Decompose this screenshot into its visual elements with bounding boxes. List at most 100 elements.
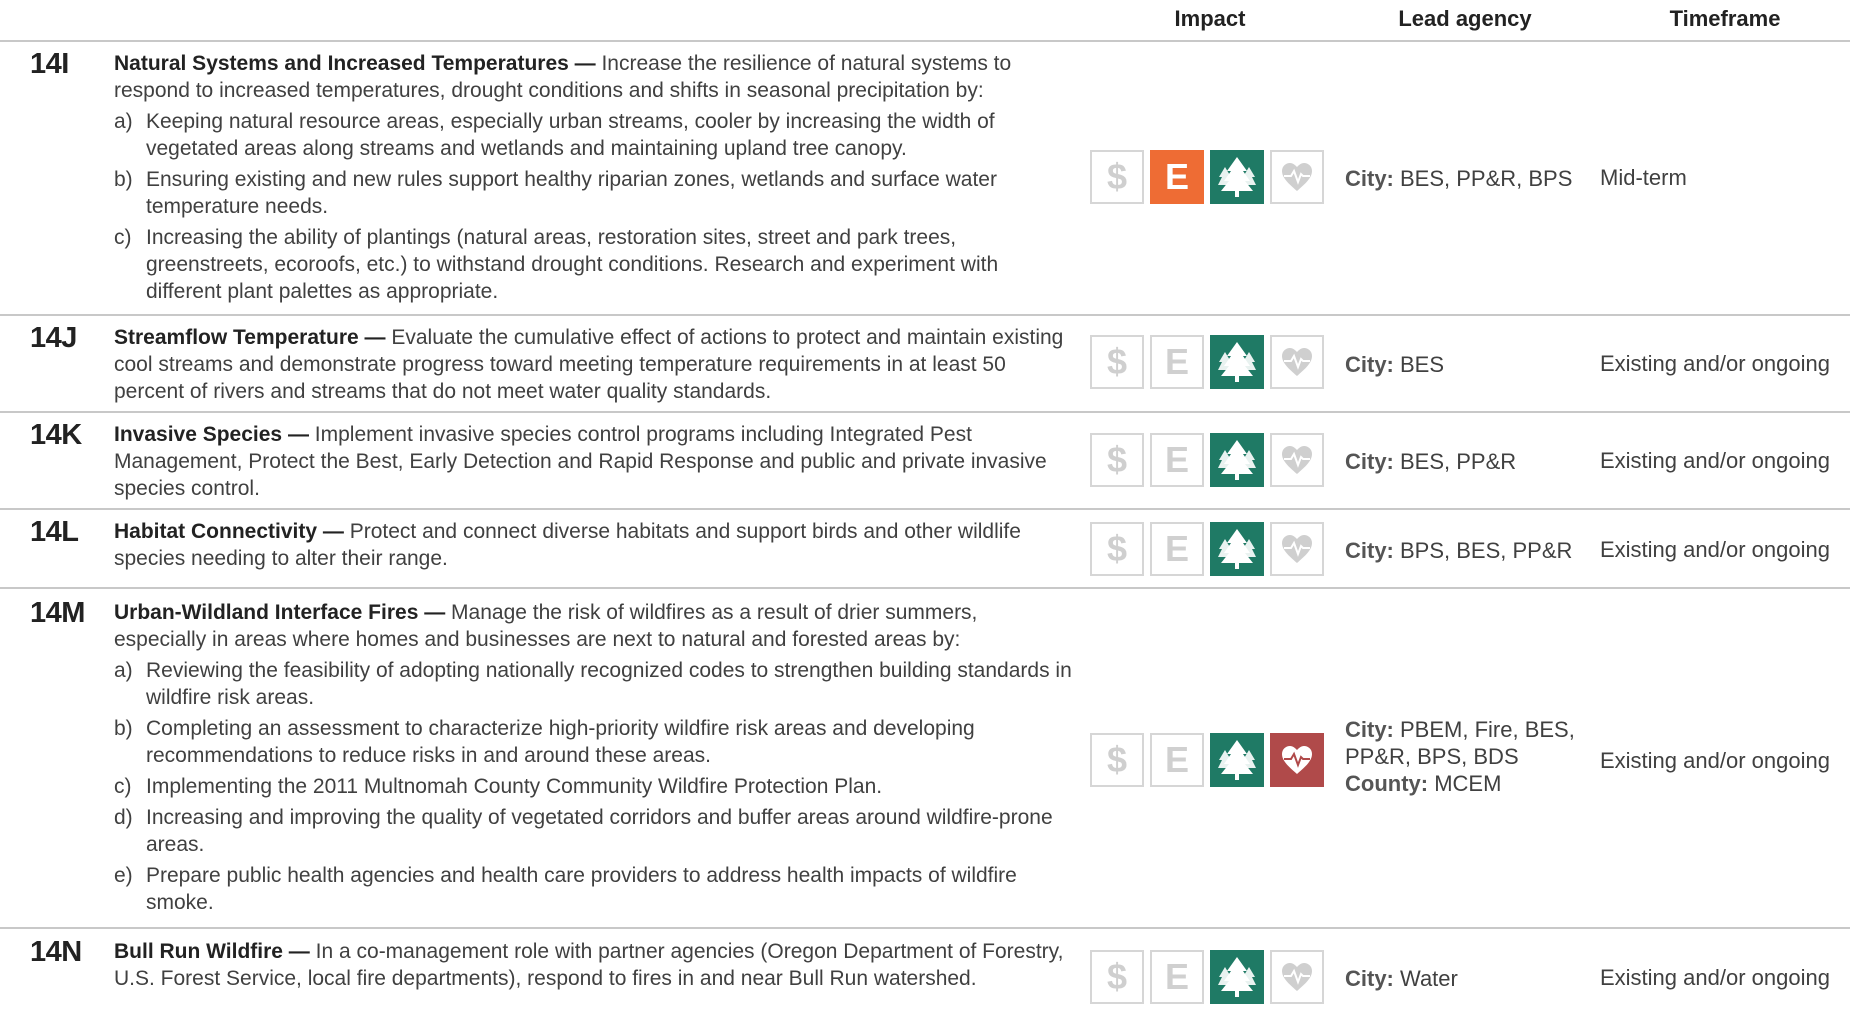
svg-text:$: $ bbox=[1107, 529, 1127, 569]
action-title: Natural Systems and Increased Temperatur… bbox=[114, 52, 596, 75]
dollar-icon: $ bbox=[1090, 950, 1144, 1004]
sub-item-text: Increasing and improving the quality of … bbox=[146, 806, 1053, 856]
agency-value: BES, PP&R bbox=[1393, 449, 1517, 474]
agency-value: BES, PP&R, BPS bbox=[1393, 166, 1573, 191]
dollar-icon: $ bbox=[1090, 522, 1144, 576]
table-header: Impact Lead agency Timeframe bbox=[0, 0, 1858, 40]
svg-text:$: $ bbox=[1107, 157, 1127, 197]
dollar-icon: $ bbox=[1090, 433, 1144, 487]
action-title: Streamflow Temperature — bbox=[114, 326, 386, 349]
agency-label: City: bbox=[1345, 166, 1394, 191]
economy-e-icon: E bbox=[1150, 522, 1204, 576]
trees-icon bbox=[1210, 433, 1264, 487]
economy-e-icon: E bbox=[1150, 335, 1204, 389]
row-divider bbox=[0, 411, 1850, 413]
action-description: Bull Run Wildfire — In a co-management r… bbox=[114, 938, 1074, 992]
svg-text:$: $ bbox=[1107, 957, 1127, 997]
sub-item: b) Ensuring existing and new rules suppor… bbox=[114, 166, 1074, 220]
svg-text:$: $ bbox=[1107, 740, 1127, 780]
sub-item-text: Increasing the ability of plantings (nat… bbox=[146, 226, 999, 303]
action-code: 14N bbox=[30, 936, 82, 968]
row-divider bbox=[0, 587, 1850, 589]
row-divider bbox=[0, 314, 1850, 316]
sub-item: e) Prepare public health agencies and hea… bbox=[114, 862, 1074, 916]
header-impact: Impact bbox=[1174, 6, 1246, 31]
header-lead-agency: Lead agency bbox=[1398, 6, 1532, 31]
lead-agency: City: Water bbox=[1345, 965, 1575, 992]
trees-icon bbox=[1210, 150, 1264, 204]
header-timeframe: Timeframe bbox=[1669, 6, 1781, 31]
action-code: 14L bbox=[30, 516, 79, 548]
agency-label: City: bbox=[1345, 449, 1394, 474]
sub-item-text: Completing an assessment to characterize… bbox=[146, 717, 975, 767]
sub-item: c) Implementing the 2011 Multnomah County… bbox=[114, 773, 1074, 800]
action-title: Bull Run Wildfire — bbox=[114, 940, 310, 963]
sub-item-letter: b) bbox=[114, 717, 133, 740]
agency-label: City: bbox=[1345, 717, 1394, 742]
action-code: 14M bbox=[30, 597, 85, 629]
svg-text:$: $ bbox=[1107, 342, 1127, 382]
timeframe: Existing and/or ongoing bbox=[1600, 537, 1830, 562]
trees-icon bbox=[1210, 733, 1264, 787]
action-title: Invasive Species — bbox=[114, 423, 309, 446]
sub-item: d) Increasing and improving the quality o… bbox=[114, 804, 1074, 858]
trees-icon bbox=[1210, 335, 1264, 389]
action-code: 14I bbox=[30, 48, 69, 80]
impact-icons: $ E bbox=[1090, 433, 1324, 487]
sub-item: c) Increasing the ability of plantings (n… bbox=[114, 224, 1074, 305]
trees-icon bbox=[1210, 950, 1264, 1004]
sub-item-letter: a) bbox=[114, 659, 133, 682]
action-description: Natural Systems and Increased Temperatur… bbox=[114, 50, 1074, 305]
dollar-icon: $ bbox=[1090, 733, 1144, 787]
sub-item-text: Ensuring existing and new rules support … bbox=[146, 168, 997, 218]
agency-value: BPS, BES, PP&R bbox=[1393, 538, 1573, 563]
economy-e-icon: E bbox=[1150, 733, 1204, 787]
heart-icon bbox=[1270, 522, 1324, 576]
economy-e-icon: E bbox=[1150, 950, 1204, 1004]
sub-item-text: Reviewing the feasibility of adopting na… bbox=[146, 659, 1072, 709]
sub-item: b) Completing an assessment to characteri… bbox=[114, 715, 1074, 769]
timeframe: Existing and/or ongoing bbox=[1600, 965, 1830, 990]
sub-item-letter: d) bbox=[114, 806, 133, 829]
lead-agency: City: BES, PP&R, BPS bbox=[1345, 165, 1575, 192]
sub-item: a) Reviewing the feasibility of adopting … bbox=[114, 657, 1074, 711]
row-divider bbox=[0, 508, 1850, 510]
header-divider bbox=[0, 40, 1850, 42]
lead-agency: City: BES bbox=[1345, 351, 1575, 378]
lead-agency: City: PBEM, Fire, BES, PP&R, BPS, BDS Cou… bbox=[1345, 716, 1575, 797]
impact-icons: $ E bbox=[1090, 335, 1324, 389]
economy-e-icon: E bbox=[1150, 433, 1204, 487]
action-code: 14J bbox=[30, 322, 77, 354]
agency-value: BES bbox=[1393, 352, 1445, 377]
heart-icon bbox=[1270, 335, 1324, 389]
timeframe: Existing and/or ongoing bbox=[1600, 448, 1830, 473]
dollar-icon: $ bbox=[1090, 335, 1144, 389]
sub-item-text: Keeping natural resource areas, especial… bbox=[146, 110, 995, 160]
heart-icon bbox=[1270, 950, 1324, 1004]
impact-icons: $ E bbox=[1090, 733, 1324, 787]
impact-icons: $ E bbox=[1090, 150, 1324, 204]
agency-label: City: bbox=[1345, 966, 1394, 991]
timeframe: Mid-term bbox=[1600, 165, 1687, 190]
economy-e-icon: E bbox=[1150, 150, 1204, 204]
sub-item-letter: a) bbox=[114, 110, 133, 133]
timeframe: Existing and/or ongoing bbox=[1600, 351, 1830, 376]
sub-item-letter: c) bbox=[114, 775, 132, 798]
dollar-icon: $ bbox=[1090, 150, 1144, 204]
agency-label: City: bbox=[1345, 538, 1394, 563]
sub-item-letter: c) bbox=[114, 226, 132, 249]
lead-agency: City: BES, PP&R bbox=[1345, 448, 1575, 475]
action-title: Habitat Connectivity — bbox=[114, 520, 344, 543]
agency-value: MCEM bbox=[1428, 771, 1502, 796]
action-code: 14K bbox=[30, 419, 82, 451]
sub-item-letter: e) bbox=[114, 864, 133, 887]
action-description: Invasive Species — Implement invasive sp… bbox=[114, 421, 1074, 502]
agency-value: Water bbox=[1393, 966, 1458, 991]
action-description: Urban-Wildland Interface Fires — Manage … bbox=[114, 599, 1074, 916]
agency-label: County: bbox=[1345, 771, 1429, 796]
row-divider bbox=[0, 927, 1850, 929]
sub-item-letter: b) bbox=[114, 168, 133, 191]
svg-text:$: $ bbox=[1107, 440, 1127, 480]
action-title: Urban-Wildland Interface Fires — bbox=[114, 601, 446, 624]
sub-item-text: Implementing the 2011 Multnomah County C… bbox=[146, 775, 883, 798]
